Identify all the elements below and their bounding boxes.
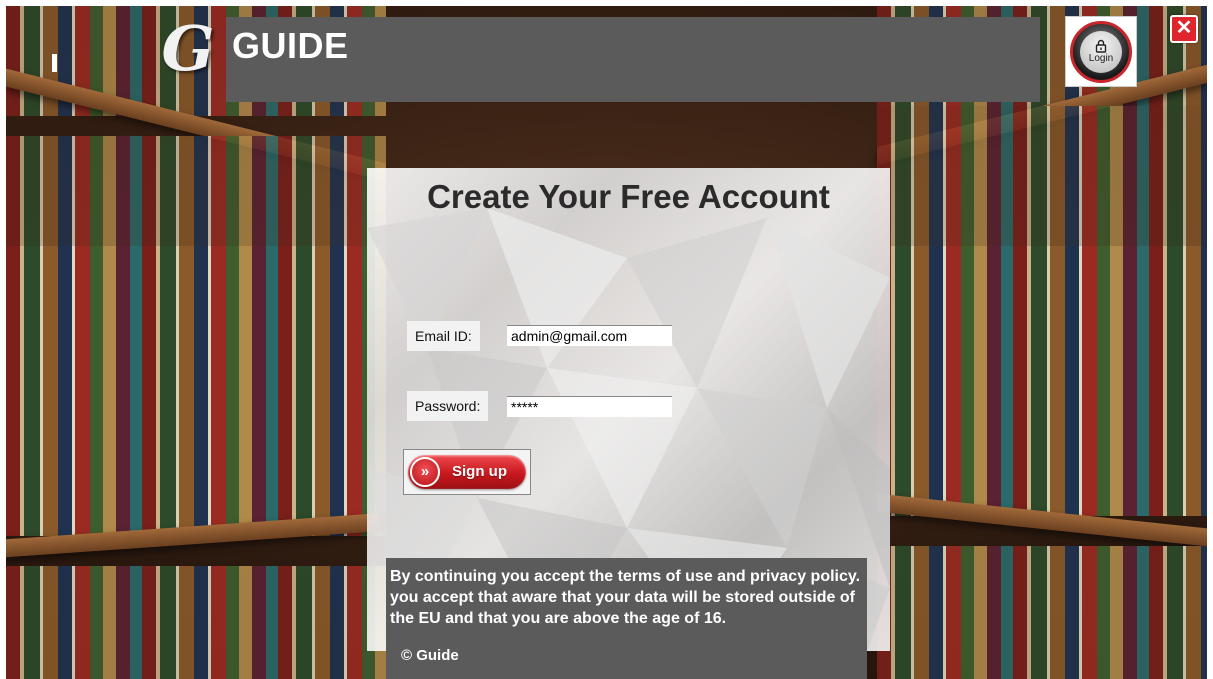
- login-inner: Login: [1080, 30, 1122, 73]
- login-button[interactable]: Login: [1065, 16, 1137, 87]
- terms-text: By continuing you accept the terms of us…: [390, 568, 861, 627]
- login-ring: Login: [1070, 20, 1132, 83]
- signup-pill: » Sign up: [408, 455, 526, 489]
- copyright-text: © Guide: [401, 647, 459, 664]
- password-label: Password:: [407, 391, 489, 421]
- signup-button[interactable]: » Sign up: [403, 449, 531, 495]
- left-bookshelf: [6, 6, 386, 679]
- signup-title: Create Your Free Account: [427, 178, 830, 215]
- login-label: Login: [1088, 53, 1114, 64]
- signup-label: Sign up: [452, 463, 507, 480]
- app-title: GUIDE: [232, 25, 349, 66]
- password-field[interactable]: [507, 396, 672, 417]
- close-button[interactable]: ✕: [1170, 15, 1198, 43]
- header-bar: GUIDE: [226, 17, 1040, 102]
- right-bookshelf: [877, 6, 1207, 679]
- email-field[interactable]: [507, 325, 672, 346]
- email-label: Email ID:: [407, 321, 480, 351]
- lock-icon: [1095, 39, 1107, 53]
- terms-box: By continuing you accept the terms of us…: [386, 558, 867, 679]
- double-arrow-icon: »: [410, 457, 440, 487]
- window-mark: [52, 54, 57, 72]
- guide-logo-icon: G: [161, 12, 215, 85]
